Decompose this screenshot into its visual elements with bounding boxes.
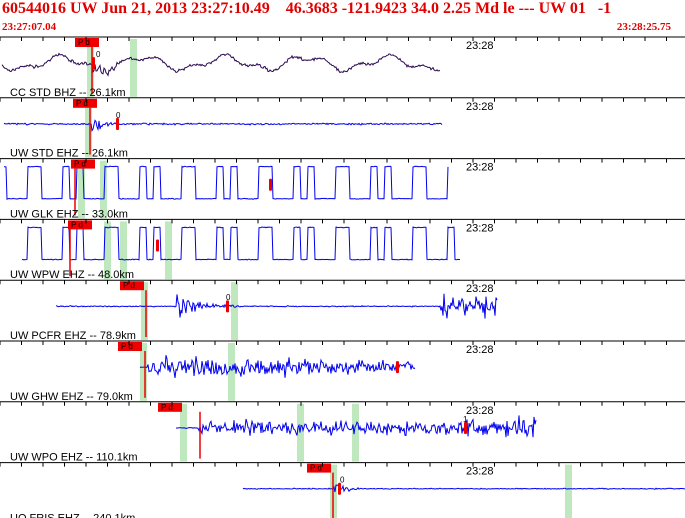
coda-window bbox=[140, 343, 147, 401]
trace-row-2[interactable]: P d023:28UW STD EHZ -- 26.1km bbox=[0, 97, 685, 160]
amplitude-marker bbox=[92, 57, 95, 70]
pick-label: P d bbox=[74, 160, 86, 169]
minute-label: 23:28 bbox=[466, 344, 494, 356]
waveform-trace bbox=[242, 484, 685, 493]
trace-row-6[interactable]: P d 23:28 UW GHW EHZ -- 79.0km bbox=[0, 340, 685, 403]
pick-weight-label: 0 bbox=[116, 111, 121, 120]
coda-window bbox=[297, 403, 304, 462]
minute-label: 23:28 bbox=[466, 162, 494, 174]
coda-window bbox=[228, 343, 235, 401]
pick-weight-label: 0 bbox=[340, 476, 345, 485]
minute-label: 23:28 bbox=[466, 466, 494, 478]
coda-window bbox=[130, 39, 137, 97]
coda-window bbox=[565, 464, 572, 518]
station-label: UW GHW EHZ -- 79.0km bbox=[10, 391, 133, 403]
trace-row-7[interactable]: P d123:28UW WPO EHZ -- 110.1km bbox=[0, 401, 685, 464]
waveform-trace bbox=[55, 293, 498, 319]
coda-window bbox=[352, 403, 359, 462]
station-label: UW WPO EHZ -- 110.1km bbox=[10, 452, 138, 464]
amplitude-marker bbox=[156, 239, 159, 252]
coda-window bbox=[231, 282, 238, 340]
amplitude-marker bbox=[269, 178, 272, 191]
trace-row-8[interactable]: P d 0 23:28 UO FRIS EHZ -- 240.1km bbox=[0, 462, 685, 518]
trace-row-1[interactable]: P d 0 23:28 CC STD BHZ -- 26.1km bbox=[0, 36, 685, 99]
pick-weight-label: 0 bbox=[226, 293, 231, 302]
trace-row-4[interactable]: P d 23:28 UW WPW EHZ -- 48.0km bbox=[0, 218, 685, 281]
minute-label: 23:28 bbox=[466, 283, 494, 295]
amplitude-marker bbox=[396, 361, 399, 374]
pick-label: P d bbox=[310, 464, 322, 473]
waveform-trace bbox=[1, 52, 441, 77]
coda-window bbox=[141, 282, 148, 340]
coda-window bbox=[165, 221, 172, 280]
waveform-trace bbox=[3, 119, 443, 133]
seismogram-panel[interactable]: P d 0 23:28 CC STD BHZ -- 26.1km P d 0 23:28 UW… bbox=[0, 0, 685, 518]
station-label: UW STD EHZ -- 26.1km bbox=[10, 148, 128, 160]
minute-label: 23:28 bbox=[466, 222, 494, 234]
pick-label: P d bbox=[71, 220, 83, 229]
waveform-trace bbox=[3, 165, 449, 200]
pick-label: P d bbox=[121, 342, 133, 351]
trace-row-5[interactable]: P d023:28UW PCFR EHZ -- 78.9km bbox=[0, 279, 685, 342]
minute-label: 23:28 bbox=[466, 101, 494, 113]
station-label: UW PCFR EHZ -- 78.9km bbox=[10, 330, 136, 342]
station-label: UO FRIS EHZ -- 240.1km bbox=[10, 512, 135, 518]
station-label: UW GLK EHZ -- 33.0km bbox=[10, 208, 128, 220]
coda-window bbox=[180, 403, 187, 462]
pick-weight-label: 0 bbox=[96, 50, 101, 59]
pick-label: P d bbox=[78, 38, 90, 47]
waveform-trace bbox=[21, 226, 461, 261]
pick-label: P d bbox=[161, 403, 173, 412]
trace-row-3[interactable]: P d 23:28 UW GLK EHZ -- 33.0km bbox=[0, 158, 685, 221]
waveform-trace bbox=[139, 355, 416, 378]
minute-label: 23:28 bbox=[466, 405, 494, 417]
station-label: CC STD BHZ -- 26.1km bbox=[10, 87, 126, 99]
station-label: UW WPW EHZ -- 48.0km bbox=[10, 269, 134, 281]
minute-label: 23:28 bbox=[466, 40, 494, 52]
